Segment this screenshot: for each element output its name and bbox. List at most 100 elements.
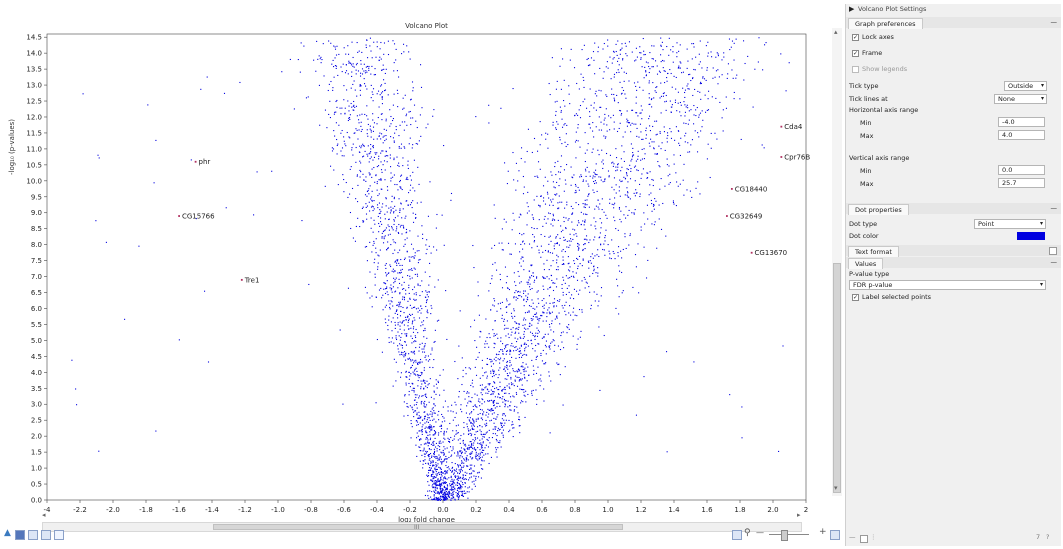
- data-point: [328, 40, 330, 42]
- data-point: [497, 377, 499, 379]
- table-view-icon[interactable]: [28, 530, 38, 540]
- tab-values[interactable]: Values: [848, 258, 884, 269]
- section-collapse-icon[interactable]: —: [1051, 18, 1058, 26]
- help-icon[interactable]: ?: [1046, 533, 1049, 541]
- data-point: [547, 180, 549, 182]
- expand-icon[interactable]: [1049, 247, 1057, 255]
- data-point: [531, 392, 533, 394]
- data-point: [415, 374, 417, 376]
- data-point: [517, 368, 520, 371]
- data-point: [430, 252, 432, 254]
- v-min-field[interactable]: 0.0: [998, 165, 1045, 175]
- data-point: [549, 93, 551, 96]
- data-point: [431, 427, 433, 429]
- data-point: [475, 358, 477, 361]
- footer-collapse-icon[interactable]: —: [849, 533, 856, 541]
- data-point: [464, 478, 466, 480]
- data-point: [672, 201, 675, 204]
- values-header[interactable]: Values —: [846, 257, 1061, 269]
- data-point: [548, 346, 550, 348]
- vertical-scrollbar[interactable]: ▴ ▾: [832, 28, 842, 496]
- p-value-type-select[interactable]: FDR p-value ▾: [849, 280, 1046, 290]
- data-point: [475, 477, 477, 479]
- data-point: [372, 100, 374, 102]
- data-point: [558, 185, 560, 187]
- data-point: [563, 79, 565, 81]
- text-format-header[interactable]: Text format: [846, 245, 1061, 257]
- dot-properties-header[interactable]: Dot properties —: [846, 203, 1061, 215]
- tick-lines-select[interactable]: None ▾: [994, 94, 1047, 104]
- scroll-down-icon[interactable]: ▾: [834, 484, 838, 492]
- fullscreen-icon[interactable]: [830, 530, 840, 540]
- zoom-out-icon[interactable]: —: [756, 528, 764, 537]
- data-point: [676, 56, 678, 58]
- data-point: [613, 189, 615, 191]
- data-point: [495, 449, 497, 451]
- data-point: [659, 166, 661, 168]
- settings-collapse-icon[interactable]: ▶: [849, 5, 854, 13]
- label-selected-checkbox[interactable]: ✓: [852, 294, 859, 301]
- scroll-left-icon[interactable]: ◂: [42, 511, 46, 519]
- data-point: [520, 356, 523, 358]
- data-point: [403, 401, 405, 403]
- lock-axes-checkbox[interactable]: ✓: [852, 34, 859, 41]
- data-point: [433, 390, 435, 392]
- data-point: [598, 326, 600, 328]
- data-point: [607, 170, 610, 172]
- data-point: [505, 335, 507, 337]
- data-point: [637, 81, 639, 83]
- v-max-field[interactable]: 25.7: [998, 178, 1045, 188]
- data-point: [378, 179, 380, 181]
- export-icon[interactable]: [54, 530, 64, 540]
- tab-dot-properties[interactable]: Dot properties: [848, 204, 909, 215]
- data-point: [465, 373, 467, 375]
- dot-type-select[interactable]: Point ▾: [974, 219, 1046, 229]
- tick-type-select[interactable]: Outside ▾: [1004, 81, 1047, 91]
- h-max-field[interactable]: 4.0: [998, 130, 1045, 140]
- data-point: [409, 386, 411, 388]
- data-point: [386, 287, 388, 289]
- data-point: [480, 443, 482, 446]
- fit-icon[interactable]: [732, 530, 742, 540]
- zoom-in-icon[interactable]: +: [819, 527, 827, 537]
- frame-checkbox[interactable]: ✓: [852, 50, 859, 57]
- zoom-icon[interactable]: ⚲: [744, 528, 751, 538]
- footer-more-icon[interactable]: ⋮: [870, 533, 877, 541]
- data-point: [360, 130, 362, 132]
- data-point: [368, 65, 370, 68]
- data-point: [435, 442, 437, 444]
- scroll-right-icon[interactable]: ▸: [797, 511, 801, 519]
- tab-text-format[interactable]: Text format: [848, 246, 899, 257]
- data-point: [505, 350, 508, 352]
- footer-window-icon[interactable]: [860, 535, 868, 543]
- chart-view-icon[interactable]: ▲: [4, 528, 11, 538]
- graph-preferences-header[interactable]: Graph preferences —: [846, 17, 1061, 29]
- graph-view-icon[interactable]: [15, 530, 25, 540]
- section-collapse-icon[interactable]: —: [1051, 258, 1058, 266]
- tab-graph-preferences[interactable]: Graph preferences: [848, 18, 923, 29]
- data-point: [562, 291, 564, 293]
- data-point: [557, 234, 559, 236]
- data-point: [495, 373, 497, 376]
- data-point: [648, 71, 650, 74]
- data-point: [460, 490, 462, 492]
- data-point: [466, 472, 468, 474]
- data-point: [672, 200, 674, 202]
- data-point: [443, 430, 445, 432]
- data-point: [517, 290, 519, 293]
- data-point: [391, 296, 393, 299]
- section-collapse-icon[interactable]: —: [1051, 204, 1058, 212]
- scroll-up-icon[interactable]: ▴: [834, 28, 838, 36]
- data-point: [394, 132, 396, 134]
- list-view-icon[interactable]: [41, 530, 51, 540]
- data-point: [389, 166, 392, 168]
- data-point: [652, 58, 655, 60]
- h-min-field[interactable]: -4.0: [998, 117, 1045, 127]
- zoom-slider[interactable]: [769, 534, 809, 535]
- data-point: [383, 135, 385, 137]
- show-legends-checkbox[interactable]: [852, 66, 859, 73]
- data-point: [567, 327, 569, 329]
- zoom-slider-handle[interactable]: [781, 530, 788, 541]
- vertical-scroll-thumb[interactable]: [833, 263, 841, 493]
- dot-color-swatch[interactable]: [1017, 232, 1045, 240]
